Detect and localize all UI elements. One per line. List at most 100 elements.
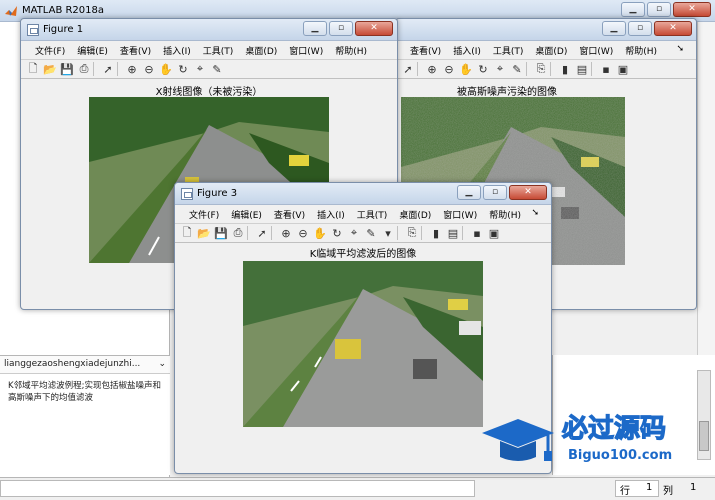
toolbar-separator bbox=[526, 62, 532, 76]
brush-icon[interactable]: ✎ bbox=[509, 61, 525, 77]
menu-view[interactable]: 查看(V) bbox=[268, 208, 311, 221]
rotate-icon[interactable]: ↻ bbox=[475, 61, 491, 77]
pointer-icon[interactable]: ➚ bbox=[254, 225, 270, 241]
open-icon[interactable]: 📂 bbox=[42, 61, 58, 77]
print-icon[interactable]: ⎙ bbox=[76, 61, 92, 77]
menu-help[interactable]: 帮助(H) bbox=[329, 44, 373, 57]
col-value: 1 bbox=[690, 482, 697, 493]
menu-view[interactable]: 查看(V) bbox=[404, 44, 447, 57]
maximize-button[interactable]: ▫ bbox=[647, 2, 671, 17]
figure-2-titlebar[interactable]: ▁ ▫ ✕ bbox=[396, 19, 696, 41]
pointer-icon[interactable]: ➚ bbox=[400, 61, 416, 77]
maximize-button[interactable]: ▫ bbox=[628, 21, 652, 36]
menu-desktop[interactable]: 桌面(D) bbox=[393, 208, 437, 221]
zoom-out-icon[interactable]: ⊖ bbox=[141, 61, 157, 77]
toolbar-overflow-icon[interactable]: ➘ bbox=[525, 208, 545, 218]
toolbar-separator bbox=[462, 226, 468, 240]
pan-icon[interactable]: ✋ bbox=[312, 225, 328, 241]
new-figure-icon[interactable]: 🗋 bbox=[179, 225, 195, 241]
maximize-button[interactable]: ▫ bbox=[329, 21, 353, 36]
menu-view[interactable]: 查看(V) bbox=[114, 44, 157, 57]
minimize-button[interactable]: ▁ bbox=[602, 21, 626, 36]
zoom-out-icon[interactable]: ⊖ bbox=[295, 225, 311, 241]
road-photo-filtered bbox=[243, 261, 483, 427]
open-icon[interactable]: 📂 bbox=[196, 225, 212, 241]
pointer-icon[interactable]: ➚ bbox=[100, 61, 116, 77]
data-cursor-icon[interactable]: ⌖ bbox=[346, 225, 362, 241]
figure-3-toolbar: 🗋 📂 💾 ⎙ ➚ ⊕ ⊖ ✋ ↻ ⌖ ✎ ▾ ⎘ ▮ ▤ ▪ ▣ bbox=[175, 223, 551, 243]
menu-file[interactable]: 文件(F) bbox=[183, 208, 225, 221]
watermark-logo: 必过源码 Biguo100.com bbox=[478, 405, 713, 475]
toolbar-separator bbox=[421, 226, 427, 240]
toolbar-separator bbox=[271, 226, 277, 240]
zoom-in-icon[interactable]: ⊕ bbox=[124, 61, 140, 77]
rotate-icon[interactable]: ↻ bbox=[329, 225, 345, 241]
link-icon[interactable]: ⎘ bbox=[404, 225, 420, 241]
menu-tools[interactable]: 工具(T) bbox=[351, 208, 394, 221]
show-plot-tools-icon[interactable]: ▣ bbox=[615, 61, 631, 77]
maximize-button[interactable]: ▫ bbox=[483, 185, 507, 200]
hide-plot-tools-icon[interactable]: ▪ bbox=[469, 225, 485, 241]
figure-2-toolbar: ➚ ⊕ ⊖ ✋ ↻ ⌖ ✎ ⎘ ▮ ▤ ▪ ▣ bbox=[396, 59, 696, 79]
new-figure-icon[interactable]: 🗋 bbox=[25, 61, 41, 77]
menu-edit[interactable]: 编辑(E) bbox=[225, 208, 268, 221]
details-header[interactable]: lianggezaoshengxiadejunzhi... ⌄ bbox=[0, 356, 170, 374]
minimize-button[interactable]: ▁ bbox=[303, 21, 327, 36]
save-icon[interactable]: 💾 bbox=[213, 225, 229, 241]
menu-window[interactable]: 窗口(W) bbox=[437, 208, 483, 221]
figure-1-menubar: 文件(F) 编辑(E) 查看(V) 插入(I) 工具(T) 桌面(D) 窗口(W… bbox=[21, 41, 397, 59]
figure-3-title: Figure 3 bbox=[197, 188, 238, 199]
menu-desktop[interactable]: 桌面(D) bbox=[239, 44, 283, 57]
data-cursor-icon[interactable]: ⌖ bbox=[492, 61, 508, 77]
close-button[interactable]: ✕ bbox=[355, 21, 393, 36]
hide-plot-tools-icon[interactable]: ▪ bbox=[598, 61, 614, 77]
pan-icon[interactable]: ✋ bbox=[458, 61, 474, 77]
menu-insert[interactable]: 插入(I) bbox=[447, 44, 487, 57]
print-icon[interactable]: ⎙ bbox=[230, 225, 246, 241]
menu-insert[interactable]: 插入(I) bbox=[157, 44, 197, 57]
figure-3-titlebar[interactable]: Figure 3 ▁ ▫ ✕ bbox=[175, 183, 551, 205]
menu-file[interactable]: 文件(F) bbox=[29, 44, 71, 57]
menu-desktop[interactable]: 桌面(D) bbox=[529, 44, 573, 57]
show-plot-tools-icon[interactable]: ▣ bbox=[486, 225, 502, 241]
minimize-button[interactable]: ▁ bbox=[621, 2, 645, 17]
menu-tools[interactable]: 工具(T) bbox=[197, 44, 240, 57]
brush-dropdown-icon[interactable]: ▾ bbox=[380, 225, 396, 241]
legend-icon[interactable]: ▤ bbox=[574, 61, 590, 77]
main-window-controls: ▁ ▫ ✕ bbox=[621, 2, 711, 17]
toolbar-separator bbox=[247, 226, 253, 240]
close-button[interactable]: ✕ bbox=[509, 185, 547, 200]
data-cursor-icon[interactable]: ⌖ bbox=[192, 61, 208, 77]
toolbar-overflow-icon[interactable]: ➘ bbox=[670, 44, 690, 54]
save-icon[interactable]: 💾 bbox=[59, 61, 75, 77]
zoom-in-icon[interactable]: ⊕ bbox=[278, 225, 294, 241]
graduation-cap-icon: 必过源码 Biguo100.com bbox=[482, 413, 672, 463]
menu-insert[interactable]: 插入(I) bbox=[311, 208, 351, 221]
close-button[interactable]: ✕ bbox=[654, 21, 692, 36]
brush-icon[interactable]: ✎ bbox=[209, 61, 225, 77]
close-button[interactable]: ✕ bbox=[673, 2, 711, 17]
brush-icon[interactable]: ✎ bbox=[363, 225, 379, 241]
status-message-box bbox=[0, 480, 475, 497]
figure-2-menubar: 查看(V) 插入(I) 工具(T) 桌面(D) 窗口(W) 帮助(H) ➘ bbox=[396, 41, 696, 59]
details-panel: lianggezaoshengxiadejunzhi... ⌄ K邻域平均滤波例… bbox=[0, 355, 170, 475]
pan-icon[interactable]: ✋ bbox=[158, 61, 174, 77]
link-icon[interactable]: ⎘ bbox=[533, 61, 549, 77]
colorbar-icon[interactable]: ▮ bbox=[557, 61, 573, 77]
menu-help[interactable]: 帮助(H) bbox=[483, 208, 527, 221]
chevron-down-icon[interactable]: ⌄ bbox=[158, 359, 166, 370]
figure-1-titlebar[interactable]: Figure 1 ▁ ▫ ✕ bbox=[21, 19, 397, 41]
menu-window[interactable]: 窗口(W) bbox=[573, 44, 619, 57]
menu-help[interactable]: 帮助(H) bbox=[619, 44, 663, 57]
minimize-button[interactable]: ▁ bbox=[457, 185, 481, 200]
zoom-out-icon[interactable]: ⊖ bbox=[441, 61, 457, 77]
zoom-in-icon[interactable]: ⊕ bbox=[424, 61, 440, 77]
menu-window[interactable]: 窗口(W) bbox=[283, 44, 329, 57]
figure-3-menubar: 文件(F) 编辑(E) 查看(V) 插入(I) 工具(T) 桌面(D) 窗口(W… bbox=[175, 205, 551, 223]
menu-edit[interactable]: 编辑(E) bbox=[71, 44, 114, 57]
rotate-icon[interactable]: ↻ bbox=[175, 61, 191, 77]
legend-icon[interactable]: ▤ bbox=[445, 225, 461, 241]
filtered-image bbox=[243, 261, 483, 427]
colorbar-icon[interactable]: ▮ bbox=[428, 225, 444, 241]
menu-tools[interactable]: 工具(T) bbox=[487, 44, 530, 57]
